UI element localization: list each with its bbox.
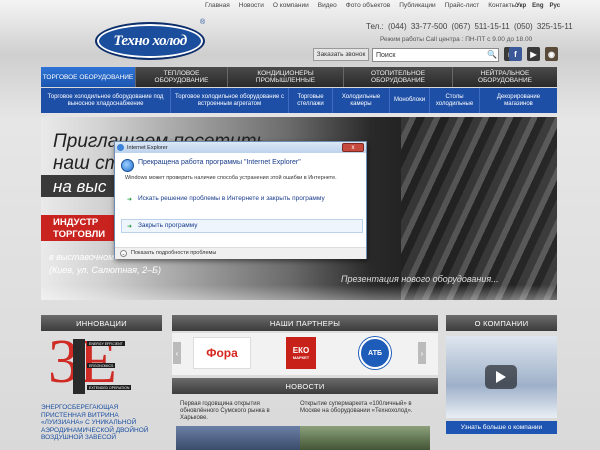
- submenu-remote-cooling[interactable]: Торговое холодильное оборудование под вы…: [41, 88, 171, 113]
- dialog-subtext: Windows может проверить наличие способа …: [125, 175, 337, 181]
- top-nav-contacts[interactable]: Контакты: [488, 2, 516, 9]
- banner-reflection: [41, 285, 557, 300]
- banner-equipment-image: [401, 117, 557, 300]
- submenu-store-decoration[interactable]: Декорирование магазинов: [480, 88, 557, 113]
- top-nav-pricelist[interactable]: Прайс-лист: [445, 2, 480, 9]
- play-icon[interactable]: [485, 365, 517, 389]
- ie-crash-dialog: Internet Explorer x Прекращена работа пр…: [114, 141, 367, 259]
- banner-red-text-1: ИНДУСТР: [53, 217, 99, 228]
- chevron-right-icon[interactable]: ›: [418, 342, 426, 364]
- partners-header: НАШИ ПАРТНЕРЫ: [172, 315, 438, 331]
- arrow-right-icon: ➜: [127, 224, 133, 230]
- top-nav-photos[interactable]: Фото объектов: [346, 2, 390, 9]
- news-header: НОВОСТИ: [172, 378, 438, 394]
- top-nav-publications[interactable]: Публикации: [399, 2, 435, 9]
- eko-name: ЕКО: [292, 346, 310, 355]
- top-nav-home[interactable]: Главная: [205, 2, 230, 9]
- top-nav-about[interactable]: О компании: [273, 2, 309, 9]
- language-switcher: Укр Eng Рус: [516, 3, 560, 9]
- tag-ergonomics: ERGONOMICS: [87, 363, 116, 368]
- instagram-icon[interactable]: ◉: [545, 47, 558, 61]
- about-header: О КОМПАНИИ: [446, 315, 557, 331]
- learn-more-button[interactable]: Узнать больше о компании: [446, 421, 557, 434]
- top-nav-video[interactable]: Видео: [318, 2, 337, 9]
- menu-thermal-equipment[interactable]: ТЕПЛОВОЕ ОБОРУДОВАНИЕ: [136, 67, 228, 87]
- news-item-1[interactable]: Первая годовщина открытия обновлённого С…: [180, 401, 292, 422]
- dialog-titlebar[interactable]: Internet Explorer: [115, 142, 366, 153]
- lang-eng[interactable]: Eng: [532, 3, 543, 9]
- dialog-option-search-online[interactable]: ➜ Искать решение проблемы в Интернете и …: [121, 192, 363, 206]
- lang-ukr[interactable]: Укр: [516, 3, 526, 9]
- sub-menu: Торговое холодильное оборудование под вы…: [41, 88, 557, 113]
- menu-heating-equipment[interactable]: ОТОПИТЕЛЬНОЕ ОБОРУДОВАНИЕ: [344, 67, 453, 87]
- news-image-1[interactable]: [176, 426, 300, 450]
- dialog-option-label: Искать решение проблемы в Интернете и за…: [138, 195, 325, 202]
- lang-rus[interactable]: Рус: [550, 3, 561, 9]
- top-nav: Главная Новости О компании Видео Фото об…: [205, 2, 516, 9]
- dialog-heading: Прекращена работа программы "Internet Ex…: [138, 159, 301, 166]
- innovations-link-text[interactable]: ЭНЕРГОСБЕРЕГАЮЩАЯ ПРИСТЕННАЯ ВИТРИНА «ЛУ…: [41, 404, 161, 442]
- innovations-vertical-bar: [73, 339, 85, 394]
- banner-red-text-2: ТОРГОВЛИ: [53, 229, 106, 240]
- dialog-details-link[interactable]: Показать подробности проблемы: [131, 250, 216, 256]
- banner-caption: Презентация нового оборудования...: [341, 274, 499, 284]
- dialog-footer: ⌄ Показать подробности проблемы: [115, 247, 366, 259]
- menu-neutral-equipment[interactable]: НЕЙТРАЛЬНОЕ ОБОРУДОВАНИЕ: [453, 67, 557, 87]
- partner-atb-logo[interactable]: АТБ: [359, 337, 391, 369]
- submenu-cold-tables[interactable]: Столы холодильные: [430, 88, 480, 113]
- submenu-cold-rooms[interactable]: Холодильные камеры: [333, 88, 390, 113]
- main-menu: ТОРГОВОЕ ОБОРУДОВАНИЕ ТЕПЛОВОЕ ОБОРУДОВА…: [41, 67, 557, 87]
- eko-sub: МАРКЕТ: [292, 355, 310, 360]
- submenu-built-in-unit[interactable]: Торговое холодильное оборудование с встр…: [171, 88, 289, 113]
- news-item-2[interactable]: Открытие супермаркета «100личный» в Моск…: [300, 401, 428, 415]
- dialog-option-label: Закрыть программу: [138, 222, 198, 229]
- arrow-right-icon: ➜: [127, 197, 133, 203]
- banner-address-2: (Киев, ул. Салютная, 2–Б): [49, 265, 161, 275]
- ie-icon: [121, 159, 134, 172]
- ie-small-icon: [117, 144, 124, 151]
- youtube-icon[interactable]: ▶: [527, 47, 540, 61]
- facebook-icon[interactable]: f: [509, 47, 522, 61]
- dialog-close-button[interactable]: x: [342, 143, 364, 152]
- submenu-shelving[interactable]: Торговые стеллажи: [289, 88, 333, 113]
- callback-button[interactable]: Заказать звонок: [313, 48, 369, 61]
- news-image-2[interactable]: [300, 426, 430, 450]
- search-icon[interactable]: 🔍: [487, 50, 497, 59]
- call-center-hours: Режим работы Call центра : ПН-ПТ с 9.00 …: [380, 36, 533, 43]
- menu-industrial-ac[interactable]: КОНДИЦИОНЕРЫ ПРОМЫШЛЕННЫЕ: [228, 67, 344, 87]
- site-logo[interactable]: Техно холод: [95, 22, 205, 60]
- banner-address-1: в выставочном: [49, 252, 115, 262]
- partner-eko-logo[interactable]: ЕКО МАРКЕТ: [286, 337, 316, 369]
- search-input[interactable]: Поиск: [372, 48, 499, 62]
- top-nav-news[interactable]: Новости: [239, 2, 264, 9]
- dialog-title: Internet Explorer: [127, 144, 168, 151]
- tag-extended-operation: EXTENDED OPERATION: [87, 385, 132, 390]
- banner-headline-2: наш ст: [53, 153, 121, 174]
- tag-energy-efficient: ENERGY EFFICIENT: [87, 341, 125, 346]
- partner-fora-logo[interactable]: Фора: [193, 337, 251, 369]
- registered-mark: ®: [200, 19, 206, 26]
- submenu-monoblocks[interactable]: Моноблоки: [390, 88, 430, 113]
- menu-trade-equipment[interactable]: ТОРГОВОЕ ОБОРУДОВАНИЕ: [41, 67, 136, 87]
- banner-headline-3: на выс: [53, 177, 107, 196]
- chevron-down-icon[interactable]: ⌄: [120, 250, 127, 257]
- dialog-option-close-program[interactable]: ➜ Закрыть программу: [121, 219, 363, 233]
- phone-numbers: Тел.: (044) 33-77-500 (067) 511-15-11 (0…: [366, 22, 573, 31]
- chevron-left-icon[interactable]: ‹: [173, 342, 181, 364]
